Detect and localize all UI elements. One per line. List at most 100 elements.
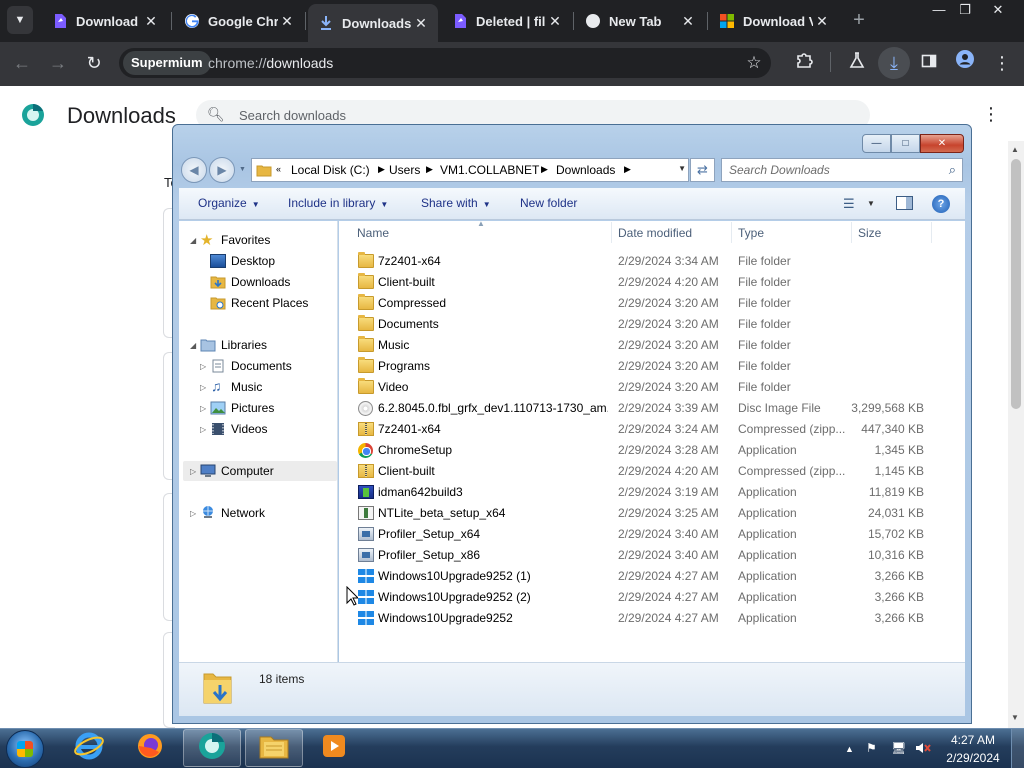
collapse-arrow-icon[interactable]: ◢ (190, 236, 196, 245)
nav-network[interactable]: Network (221, 506, 265, 520)
expand-arrow-icon[interactable]: ▷ (200, 362, 206, 371)
tray-overflow-icon[interactable]: ▲ (845, 744, 854, 754)
file-row[interactable]: NTLite_beta_setup_x64 2/29/2024 3:25 AM Ap… (355, 503, 935, 524)
nav-favorites[interactable]: Favorites (221, 233, 270, 247)
new-folder-button[interactable]: New folder (520, 196, 577, 210)
file-row[interactable]: Profiler_Setup_x86 2/29/2024 3:40 AM Appli… (355, 545, 935, 566)
column-header-size[interactable]: Size (858, 226, 881, 240)
tab-google-chrome[interactable]: Google Chr ✕ (174, 5, 304, 37)
nav-libraries[interactable]: Libraries (221, 338, 267, 352)
back-button[interactable]: ← (8, 49, 36, 77)
nav-music[interactable]: Music (231, 380, 262, 394)
breadcrumb-item[interactable]: Users (389, 163, 420, 177)
explorer-refresh-button[interactable]: ⇄ (690, 158, 715, 182)
forward-button[interactable]: → (44, 49, 72, 77)
address-dropdown-icon[interactable]: ▼ (678, 164, 686, 173)
clock-date[interactable]: 2/29/2024 (940, 751, 1006, 765)
start-button[interactable] (6, 730, 44, 768)
explorer-close-button[interactable]: ✕ (920, 134, 964, 153)
tab-close-icon[interactable]: ✕ (546, 13, 564, 30)
nav-pictures[interactable]: Pictures (231, 401, 274, 415)
file-row[interactable]: idman642build3 2/29/2024 3:19 AM Applicati… (355, 482, 935, 503)
expand-arrow-icon[interactable]: ▷ (200, 404, 206, 413)
profile-button[interactable] (951, 49, 979, 77)
tab-close-icon[interactable]: ✕ (679, 13, 697, 30)
file-row[interactable]: 6.2.8045.0.fbl_grfx_dev1.110713-1730_am.… (355, 398, 935, 419)
expand-arrow-icon[interactable]: ▷ (200, 383, 206, 392)
file-row[interactable]: Profiler_Setup_x64 2/29/2024 3:40 AM Appli… (355, 524, 935, 545)
expand-arrow-icon[interactable]: ▷ (200, 425, 206, 434)
side-panel-button[interactable] (915, 49, 943, 77)
volume-muted-icon[interactable] (915, 741, 931, 758)
window-close-button[interactable]: ✕ (983, 0, 1013, 22)
chevron-right-icon[interactable]: ▶ (541, 164, 548, 175)
show-desktop-button[interactable] (1011, 729, 1024, 768)
address-url[interactable]: chrome://downloads (208, 55, 333, 71)
tab-deleted[interactable]: Deleted | fil ✕ (442, 5, 572, 37)
explorer-minimize-button[interactable]: — (862, 134, 891, 153)
breadcrumb-item[interactable]: Local Disk (C:) (291, 163, 370, 177)
labs-button[interactable] (843, 49, 871, 77)
explorer-forward-button[interactable]: ▶ (209, 157, 235, 183)
taskbar-supermium[interactable] (183, 729, 241, 767)
file-row[interactable]: Windows10Upgrade9252 (2) 2/29/2024 4:27 A… (355, 587, 935, 608)
breadcrumb-item[interactable]: Downloads (556, 163, 615, 177)
preview-pane-button[interactable] (896, 196, 913, 210)
nav-desktop[interactable]: Desktop (231, 254, 275, 268)
chevron-right-icon[interactable]: ▶ (624, 164, 631, 175)
network-tray-icon[interactable]: 🖥︎ (891, 741, 906, 755)
column-header-date[interactable]: Date modified (618, 226, 692, 240)
column-header-type[interactable]: Type (738, 226, 764, 240)
tab-download-windows[interactable]: Download V ✕ (709, 5, 839, 37)
file-row[interactable]: Client-built 2/29/2024 4:20 AM Compressed … (355, 461, 935, 482)
site-chip[interactable]: Supermium (123, 51, 211, 75)
file-row[interactable]: Client-built 2/29/2024 4:20 AM File folder (355, 272, 935, 293)
breadcrumb-overflow-icon[interactable]: « (276, 164, 281, 174)
column-divider[interactable] (851, 222, 852, 243)
nav-videos[interactable]: Videos (231, 422, 267, 436)
column-divider[interactable] (731, 222, 732, 243)
explorer-address-bar[interactable]: « Local Disk (C:) ▶ Users ▶ VM1.COLLABNE… (251, 158, 689, 182)
column-divider[interactable] (931, 222, 932, 243)
taskbar-firefox[interactable] (121, 729, 179, 767)
change-view-button[interactable]: ☰ (843, 196, 855, 212)
file-row[interactable]: Compressed 2/29/2024 3:20 AM File folder (355, 293, 935, 314)
scroll-down-icon[interactable]: ▼ (1011, 713, 1019, 722)
explorer-search-input[interactable]: Search Downloads ⌕ (721, 158, 963, 182)
file-row[interactable]: 7z2401-x64 2/29/2024 3:24 AM Compressed (z… (355, 419, 935, 440)
file-row[interactable]: ChromeSetup 2/29/2024 3:28 AM Application 1… (355, 440, 935, 461)
nav-downloads[interactable]: Downloads (231, 275, 290, 289)
nav-documents[interactable]: Documents (231, 359, 292, 373)
share-with-menu[interactable]: Share with ▼ (421, 196, 491, 210)
downloads-more-button[interactable]: ⋮ (982, 104, 1000, 125)
view-options-dropdown[interactable]: ▼ (867, 199, 875, 208)
organize-menu[interactable]: Organize ▼ (198, 196, 260, 210)
scrollbar-thumb[interactable] (1011, 159, 1021, 409)
downloads-toolbar-button[interactable]: ⤓ (878, 47, 910, 79)
column-divider[interactable] (611, 222, 612, 243)
expand-arrow-icon[interactable]: ▷ (190, 467, 196, 476)
bookmark-button[interactable]: ☆ (740, 49, 768, 77)
nav-recent-places[interactable]: Recent Places (231, 296, 308, 310)
file-row[interactable]: Documents 2/29/2024 3:20 AM File folder (355, 314, 935, 335)
explorer-maximize-button[interactable]: □ (891, 134, 920, 153)
file-row[interactable]: Programs 2/29/2024 3:20 AM File folder (355, 356, 935, 377)
file-row[interactable]: Windows10Upgrade9252 2/29/2024 4:27 AM App… (355, 608, 935, 629)
help-button[interactable]: ? (932, 195, 950, 213)
file-row[interactable]: Music 2/29/2024 3:20 AM File folder (355, 335, 935, 356)
breadcrumb-item[interactable]: VM1.COLLABNET (440, 163, 539, 177)
nav-computer[interactable]: Computer (221, 464, 274, 478)
file-row[interactable]: 7z2401-x64 2/29/2024 3:34 AM File folder (355, 251, 935, 272)
tab-downloads[interactable]: Downloads ✕ (308, 4, 438, 42)
taskbar-file-explorer[interactable] (245, 729, 303, 767)
clock-time[interactable]: 4:27 AM (940, 733, 1006, 747)
restore-button[interactable]: ❐ (950, 0, 980, 22)
tab-close-icon[interactable]: ✕ (412, 15, 430, 32)
reload-button[interactable]: ↻ (80, 49, 108, 77)
column-header-name[interactable]: Name (357, 226, 389, 240)
taskbar-media-player[interactable] (305, 729, 363, 767)
scroll-up-icon[interactable]: ▲ (1011, 145, 1019, 154)
tab-search-button[interactable]: ▼ (7, 6, 33, 34)
new-tab-button[interactable]: + (848, 9, 870, 31)
collapse-arrow-icon[interactable]: ◢ (190, 341, 196, 350)
